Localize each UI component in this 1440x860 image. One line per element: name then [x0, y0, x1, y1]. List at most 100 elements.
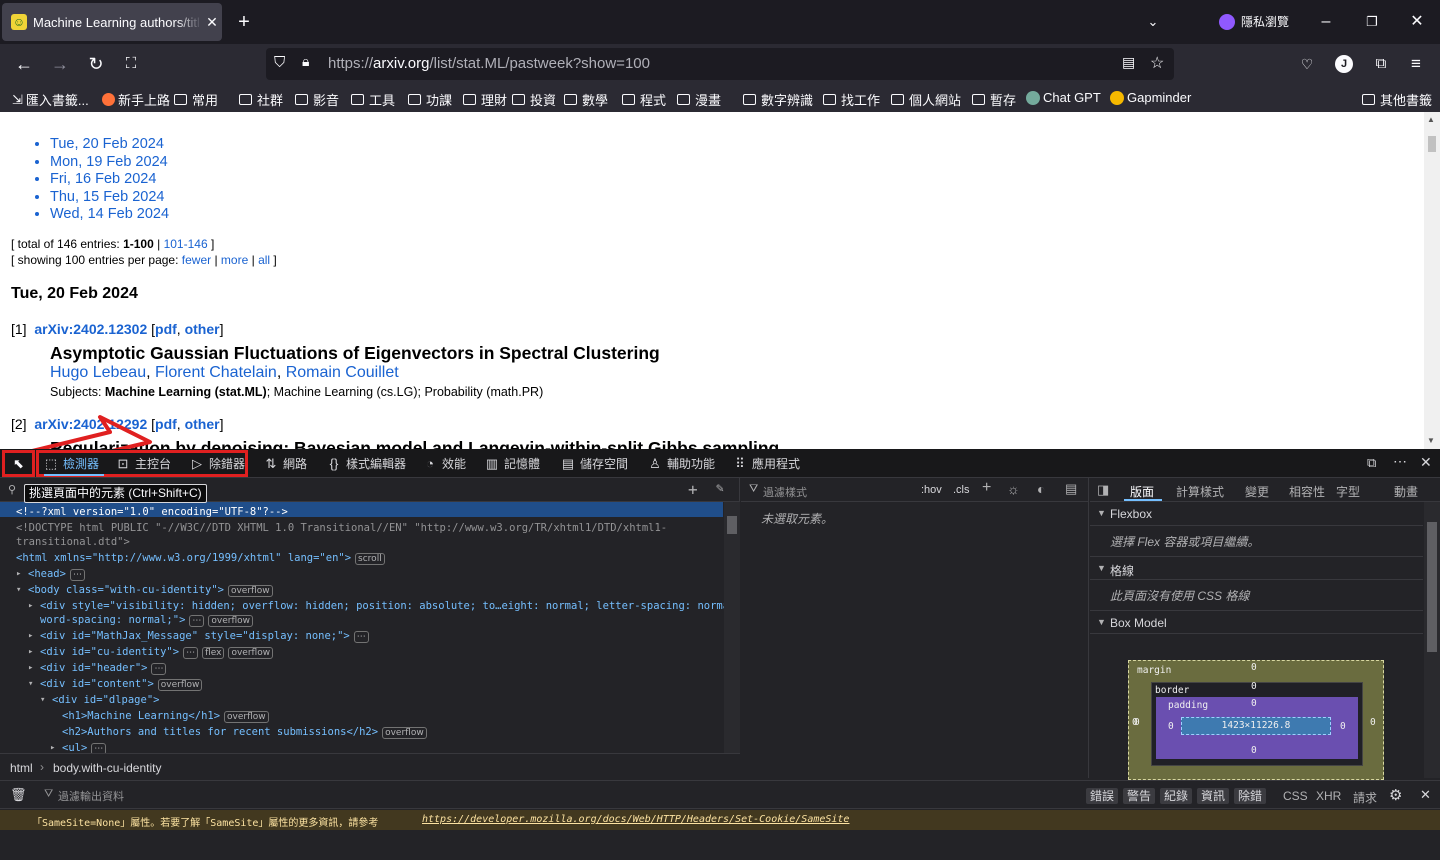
devtools-tab-style-editor[interactable]: {} 樣式編輯器 [327, 455, 406, 472]
overflow-badge[interactable]: overflow [382, 727, 427, 739]
bookmark-star-icon[interactable]: ☆ [1150, 53, 1164, 73]
bookmark-item[interactable]: 數字辨識 [743, 90, 813, 109]
devtools-tab-storage[interactable]: ▤ 儲存空間 [561, 455, 628, 472]
date-link[interactable]: Thu, 15 Feb 2024 [50, 189, 169, 207]
overflow-badge[interactable]: overflow [228, 647, 274, 659]
breadcrumb-html[interactable]: html [10, 761, 33, 775]
bookmark-item[interactable]: 功課 [408, 90, 452, 109]
date-link[interactable]: Tue, 20 Feb 2024 [50, 136, 169, 154]
console-level-toggle[interactable]: 紀錄 [1160, 788, 1193, 804]
print-media-icon[interactable]: ▤ [1065, 481, 1077, 497]
markup-node[interactable]: ▾ <body class="with-cu-identity"> overflo… [16, 583, 273, 597]
layout-tab[interactable]: 變更 [1245, 483, 1269, 500]
overflow-badge[interactable]: overflow [157, 679, 203, 691]
breadcrumb-body[interactable]: body.with-cu-identity [53, 761, 162, 775]
console-level-toggle[interactable]: 警告 [1123, 788, 1156, 804]
hamburger-menu-icon[interactable]: ≡ [1406, 54, 1426, 74]
layout-tab[interactable]: 動畫 [1394, 483, 1418, 500]
bookmark-item[interactable]: 影音 [295, 90, 339, 109]
page-scrollbar[interactable]: ▲ ▼ [1424, 112, 1440, 449]
ellipsis-badge[interactable]: ⋯ [151, 663, 167, 675]
console-settings-gear-icon[interactable]: ⚙ [1389, 786, 1402, 804]
bookmark-item[interactable]: 常用 [174, 90, 218, 109]
bookmark-item[interactable]: 暫存 [972, 90, 1016, 109]
arxiv-id-link[interactable]: arXiv:2402.12302 [34, 321, 147, 337]
account-avatar[interactable]: J [1335, 55, 1353, 73]
hov-toggle[interactable]: :hov [921, 484, 942, 496]
padding-left-value[interactable]: 0 [1168, 721, 1174, 732]
ellipsis-badge[interactable]: ⋯ [183, 647, 199, 659]
layout-tab[interactable]: 計算樣式 [1176, 483, 1224, 500]
bookmark-item[interactable]: 找工作 [823, 90, 880, 109]
devtools-tab-application[interactable]: ⠿ 應用程式 [733, 455, 800, 472]
light-scheme-icon[interactable]: ☼ [1007, 481, 1020, 497]
margin-top-value[interactable]: 0 [1251, 662, 1257, 673]
tracking-protection-shield-icon[interactable]: ⛉ [274, 54, 285, 71]
restore-button[interactable]: ❐ [1362, 12, 1382, 32]
back-button[interactable]: ← [14, 54, 34, 74]
bookmark-item[interactable]: 新手上路 [102, 90, 170, 109]
date-link[interactable]: Mon, 19 Feb 2024 [50, 154, 169, 172]
url-bar[interactable]: ⛉ 🔒︎ https://arxiv.org/list/stat.ML/past… [266, 48, 1174, 80]
border-top-value[interactable]: 0 [1251, 681, 1257, 692]
layout-tab[interactable]: 相容性 [1289, 483, 1325, 500]
layout-tab[interactable]: 字型 [1336, 483, 1360, 500]
box-model-padding[interactable]: padding 0 0 0 0 1423×11226.8 [1156, 697, 1358, 759]
markup-node[interactable]: <h2>Authors and titles for recent submis… [62, 725, 427, 739]
devtools-tab-inspector[interactable]: ⬚ 檢測器 [44, 455, 99, 472]
expand-arrow-icon[interactable]: ▸ [28, 599, 33, 613]
content-size[interactable]: 1423×11226.8 [1181, 717, 1331, 735]
margin-right-value[interactable]: 0 [1370, 717, 1376, 728]
markup-node[interactable]: ▸ <head> ⋯ [16, 567, 85, 581]
console-level-toggle[interactable]: 資訊 [1197, 788, 1230, 804]
ellipsis-badge[interactable]: ⋯ [353, 631, 369, 643]
close-tab-icon[interactable]: ✕ [202, 14, 222, 31]
close-window-button[interactable]: ✕ [1407, 12, 1427, 32]
overflow-badge[interactable]: overflow [224, 711, 269, 723]
console-net-toggle[interactable]: 請求 [1353, 789, 1377, 806]
pocket-icon[interactable]: ♡ [1297, 54, 1317, 74]
author-link[interactable]: Florent Chatelain [155, 364, 277, 381]
bookmark-item[interactable]: Chat GPT [1026, 90, 1101, 105]
markup-node[interactable]: <h1>Machine Learning</h1> overflow [62, 709, 269, 723]
scrollbar-thumb[interactable] [727, 516, 737, 534]
date-link[interactable]: Wed, 14 Feb 2024 [50, 206, 169, 224]
warning-link[interactable]: https://developer.mozilla.org/docs/Web/H… [422, 814, 849, 825]
scroll-down-arrow-icon[interactable]: ▼ [1427, 436, 1435, 445]
bookmark-item[interactable]: 其他書籤 [1362, 90, 1432, 109]
console-net-toggle[interactable]: XHR [1316, 789, 1341, 803]
markup-node[interactable]: ▸ <div id="MathJax_Message" style="displ… [28, 629, 369, 643]
padding-top-value[interactable]: 0 [1251, 698, 1257, 709]
eyedropper-icon[interactable]: ✎ [716, 481, 724, 496]
pdf-link[interactable]: pdf [155, 321, 177, 337]
markup-node[interactable]: <!--?xml version="1.0" encoding="UTF-8"?… [16, 505, 288, 519]
console-level-toggle[interactable]: 錯誤 [1086, 788, 1119, 804]
bookmark-item[interactable]: 社群 [239, 90, 283, 109]
author-link[interactable]: Romain Couillet [286, 364, 399, 381]
range-next-link[interactable]: 101-146 [164, 237, 208, 251]
markup-node[interactable]: transitional.dtd"> [16, 535, 130, 549]
expand-arrow-icon[interactable]: ▾ [40, 693, 45, 707]
sidebar-toggle-icon[interactable]: ◨ [1097, 482, 1109, 498]
bookmark-item[interactable]: 程式 [622, 90, 666, 109]
trash-icon[interactable]: 🗑︎ [10, 787, 27, 803]
markup-node[interactable]: ▸ <div id="header"> ⋯ [28, 661, 167, 675]
padding-bottom-value[interactable]: 0 [1251, 745, 1257, 756]
devtools-tab-accessibility[interactable]: ♙ 輔助功能 [648, 455, 715, 472]
grid-section-header[interactable]: ▼ 格線 [1090, 556, 1423, 580]
screenshot-icon[interactable]: ⛶ [121, 54, 141, 74]
layout-scrollbar[interactable] [1424, 502, 1440, 778]
markup-node[interactable]: ▾ <div id="content"> overflow [28, 677, 203, 691]
close-split-console-icon[interactable]: ✕ [1420, 787, 1431, 803]
devtools-tab-memory[interactable]: ▥ 記憶體 [485, 455, 540, 472]
scroll-badge[interactable]: scroll [355, 553, 385, 565]
markup-scrollbar[interactable] [724, 502, 740, 753]
more-link[interactable]: more [221, 253, 248, 267]
dock-side-icon[interactable]: ⧉ [1367, 455, 1376, 471]
add-rule-icon[interactable]: + [982, 479, 991, 497]
overflow-badge[interactable]: overflow [227, 585, 273, 597]
filter-styles-input[interactable]: 過濾樣式 [763, 484, 807, 500]
markup-node[interactable]: ▸ <div id="cu-identity"> ⋯ flex overflow [28, 645, 274, 659]
ellipsis-badge[interactable]: ⋯ [69, 569, 85, 581]
scrollbar-thumb[interactable] [1428, 136, 1436, 152]
